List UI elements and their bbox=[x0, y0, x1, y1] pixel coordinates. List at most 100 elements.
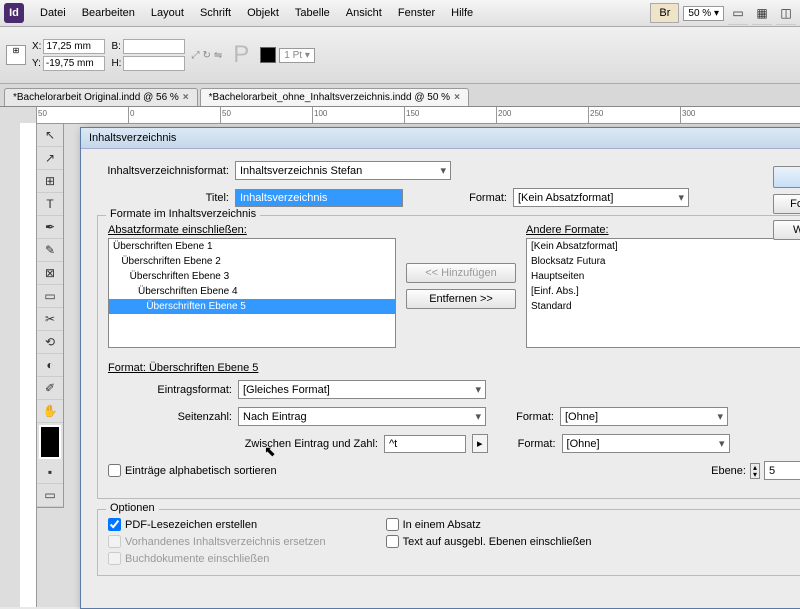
zoom-combo[interactable]: 50 % ▾ bbox=[683, 6, 724, 21]
title-input[interactable]: Inhaltsverzeichnis bbox=[235, 189, 403, 207]
entry-format-combo[interactable]: [Gleiches Format] bbox=[238, 380, 486, 399]
include-listbox[interactable]: Überschriften Ebene 1 Überschriften Eben… bbox=[108, 238, 396, 348]
level-spinner[interactable]: ▴▾ bbox=[750, 463, 760, 479]
pdf-bookmarks-checkbox[interactable]: PDF-Lesezeichen erstellen bbox=[108, 518, 326, 531]
type-tool-icon[interactable]: T bbox=[37, 193, 63, 216]
add-button[interactable]: << Hinzufügen bbox=[406, 263, 516, 283]
other-listbox[interactable]: [Kein Absatzformat]Blocksatz FuturaHaupt… bbox=[526, 238, 800, 348]
control-panel: ⊞ X: Y: B: H: ⤢ ↻ ⇋ P 1 Pt ▾ bbox=[0, 27, 800, 84]
ruler-vertical bbox=[20, 123, 37, 607]
toolbox: ↖ ↗ ⊞ T ✒ ✎ ⊠ ▭ ✂ ⟲ ◐ ✐ ✋ ▪ ▭ bbox=[36, 123, 64, 508]
formats-fieldset: Formate im Inhaltsverzeichnis Absatzform… bbox=[97, 215, 800, 499]
toc-format-combo[interactable]: Inhaltsverzeichnis Stefan bbox=[235, 161, 451, 180]
menubar: Id DateiBearbeitenLayoutSchriftObjektTab… bbox=[0, 0, 800, 27]
level-combo[interactable]: 5 bbox=[764, 461, 800, 480]
stroke-weight[interactable]: 1 Pt ▾ bbox=[279, 48, 315, 63]
pen-tool-icon[interactable]: ✒ bbox=[37, 216, 63, 239]
document-tab[interactable]: *Bachelorarbeit_ohne_Inhaltsverzeichnis.… bbox=[200, 88, 469, 106]
apply-color-icon[interactable]: ▪ bbox=[37, 461, 63, 484]
single-paragraph-checkbox[interactable]: In einem Absatz bbox=[386, 518, 592, 531]
list-item[interactable]: Überschriften Ebene 2 bbox=[109, 254, 395, 269]
formats-legend: Formate im Inhaltsverzeichnis bbox=[106, 208, 260, 220]
list-item[interactable]: Überschriften Ebene 5 bbox=[109, 299, 395, 314]
pencil-tool-icon[interactable]: ✎ bbox=[37, 239, 63, 262]
list-item[interactable]: [Kein Absatzformat] bbox=[527, 239, 800, 254]
fill-stroke-icon[interactable] bbox=[39, 425, 61, 459]
list-item[interactable]: Überschriften Ebene 4 bbox=[109, 284, 395, 299]
list-item[interactable]: Überschriften Ebene 1 bbox=[109, 239, 395, 254]
list-item[interactable]: Hauptseiten bbox=[527, 269, 800, 284]
menu-ansicht[interactable]: Ansicht bbox=[338, 4, 390, 22]
placeholder-p-icon: P bbox=[233, 41, 249, 69]
title-format-combo[interactable]: [Kein Absatzformat] bbox=[513, 188, 689, 207]
pagenum-format-label: Format: bbox=[492, 411, 554, 423]
between-input[interactable]: ^t bbox=[384, 435, 466, 453]
between-label: Zwischen Eintrag und Zahl: bbox=[108, 438, 378, 450]
ruler-horizontal: 50050100150200250300 bbox=[36, 107, 800, 124]
selection-tool-icon[interactable]: ↖ bbox=[37, 124, 63, 147]
menu-datei[interactable]: Datei bbox=[32, 4, 74, 22]
hand-tool-icon[interactable]: ✋ bbox=[37, 400, 63, 423]
rotate-icon[interactable]: ↻ bbox=[202, 50, 210, 61]
view-mode-icon[interactable]: ▭ bbox=[728, 2, 748, 25]
menu-hilfe[interactable]: Hilfe bbox=[443, 4, 481, 22]
replace-toc-checkbox: Vorhandenes Inhaltsverzeichnis ersetzen bbox=[108, 535, 326, 548]
options-legend: Optionen bbox=[106, 502, 159, 514]
remove-button[interactable]: Entfernen >> bbox=[406, 289, 516, 309]
hidden-layers-checkbox[interactable]: Text auf ausgebl. Ebenen einschließen bbox=[386, 535, 592, 548]
toc-format-label: Inhaltsverzeichnisformat: bbox=[97, 165, 229, 177]
close-icon[interactable]: × bbox=[454, 92, 460, 103]
list-item[interactable]: [Einf. Abs.] bbox=[527, 284, 800, 299]
entry-format-label: Eintragsformat: bbox=[108, 384, 232, 396]
eyedropper-tool-icon[interactable]: ✐ bbox=[37, 377, 63, 400]
between-format-label: Format: bbox=[494, 438, 556, 450]
x-input[interactable] bbox=[43, 39, 105, 54]
menu-fenster[interactable]: Fenster bbox=[390, 4, 443, 22]
document-tab[interactable]: *Bachelorarbeit Original.indd @ 56 %× bbox=[4, 88, 198, 106]
gradient-tool-icon[interactable]: ◐ bbox=[37, 354, 63, 377]
flip-icon[interactable]: ⇋ bbox=[214, 50, 222, 61]
sort-checkbox[interactable]: Einträge alphabetisch sortieren bbox=[108, 464, 277, 477]
page-tool-icon[interactable]: ⊞ bbox=[37, 170, 63, 193]
view-mode-tool-icon[interactable]: ▭ bbox=[37, 484, 63, 507]
list-item[interactable]: Blocksatz Futura bbox=[527, 254, 800, 269]
menu-schrift[interactable]: Schrift bbox=[192, 4, 239, 22]
fewer-button[interactable]: Wer bbox=[773, 220, 800, 240]
bridge-button[interactable]: Br bbox=[650, 3, 679, 23]
menu-tabelle[interactable]: Tabelle bbox=[287, 4, 338, 22]
frame-tool-icon[interactable]: ⊠ bbox=[37, 262, 63, 285]
h-input[interactable] bbox=[123, 56, 185, 71]
w-input[interactable] bbox=[123, 39, 185, 54]
options-fieldset: Optionen PDF-Lesezeichen erstellen Vorha… bbox=[97, 509, 800, 576]
reference-point-icon[interactable]: ⊞ bbox=[6, 45, 26, 65]
level-label: Ebene: bbox=[711, 465, 746, 477]
format-section-label: Format: Überschriften Ebene 5 bbox=[108, 362, 800, 374]
list-item[interactable]: Überschriften Ebene 3 bbox=[109, 269, 395, 284]
pagenum-combo[interactable]: Nach Eintrag bbox=[238, 407, 486, 426]
pagenum-format-combo[interactable]: [Ohne] bbox=[560, 407, 728, 426]
ok-button[interactable] bbox=[773, 166, 800, 188]
screen-mode-icon[interactable]: ▦ bbox=[752, 2, 772, 25]
between-format-combo[interactable]: [Ohne] bbox=[562, 434, 730, 453]
document-tabs: *Bachelorarbeit Original.indd @ 56 %×*Ba… bbox=[0, 84, 800, 107]
rectangle-tool-icon[interactable]: ▭ bbox=[37, 285, 63, 308]
y-input[interactable] bbox=[43, 56, 105, 71]
list-item[interactable]: Standard bbox=[527, 299, 800, 314]
other-label: Andere Formate: bbox=[526, 224, 800, 236]
transform-tool-icon[interactable]: ⟲ bbox=[37, 331, 63, 354]
book-docs-checkbox: Buchdokumente einschließen bbox=[108, 552, 326, 565]
menu-bearbeiten[interactable]: Bearbeiten bbox=[74, 4, 143, 22]
include-label: Absatzformate einschließen: bbox=[108, 224, 396, 236]
flyout-icon[interactable]: ▸ bbox=[472, 434, 488, 453]
app-icon: Id bbox=[4, 3, 24, 23]
arrange-icon[interactable]: ◫ bbox=[776, 2, 796, 25]
menu-objekt[interactable]: Objekt bbox=[239, 4, 287, 22]
scissors-tool-icon[interactable]: ✂ bbox=[37, 308, 63, 331]
transform-icon[interactable]: ⤢ bbox=[191, 50, 199, 61]
close-icon[interactable]: × bbox=[183, 92, 189, 103]
dialog-title: Inhaltsverzeichnis bbox=[81, 128, 800, 149]
more-format-button[interactable]: Form bbox=[773, 194, 800, 214]
direct-select-tool-icon[interactable]: ↗ bbox=[37, 147, 63, 170]
fill-swatch[interactable] bbox=[260, 47, 276, 63]
menu-layout[interactable]: Layout bbox=[143, 4, 192, 22]
